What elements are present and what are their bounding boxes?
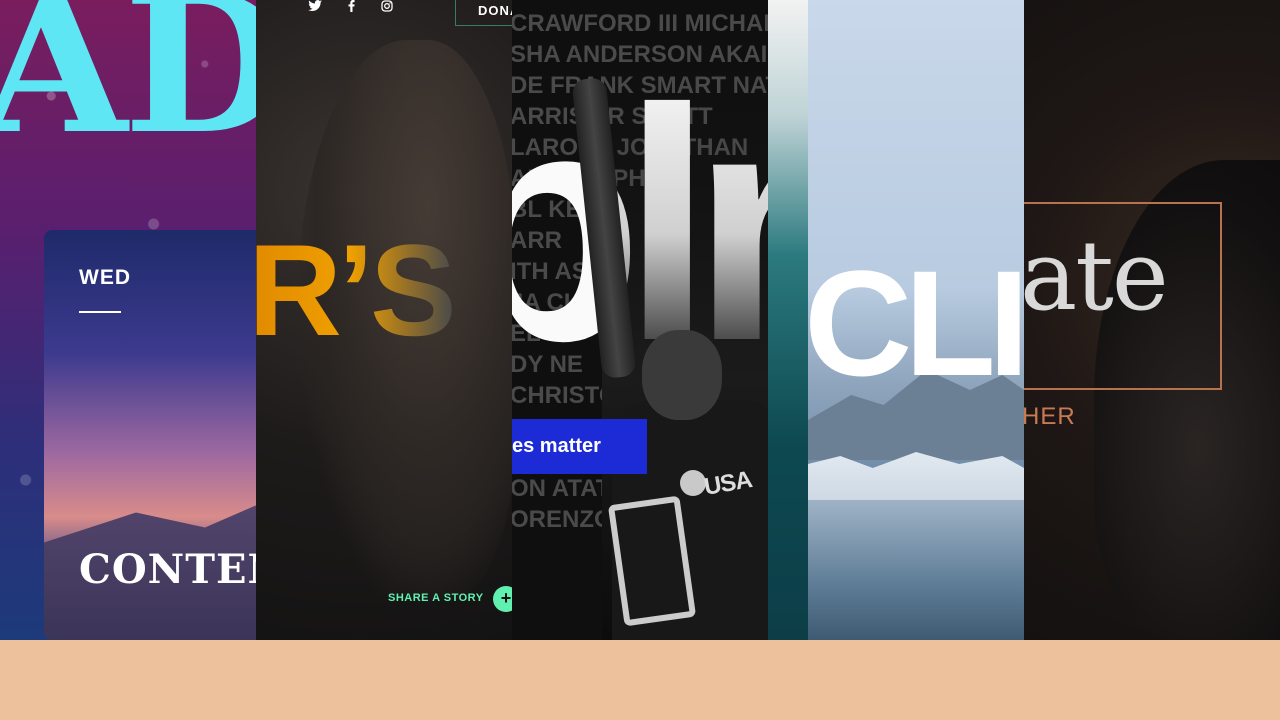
panel-story: DONA R’S SHARE A STORY +	[256, 0, 512, 640]
panel-headline: R’S	[256, 225, 457, 355]
divider	[79, 311, 121, 313]
content-card[interactable]: WED CONTEN	[44, 230, 256, 640]
panel-blm: CRAWFORD III MICHAELSHA ANDERSON AKAI GU…	[512, 0, 768, 640]
donate-button[interactable]: DONA	[455, 0, 512, 26]
content-title: CONTEN	[79, 546, 256, 593]
instagram-icon[interactable]	[380, 0, 394, 12]
panel-headline: CLI	[804, 239, 1024, 407]
panel-climate-dog: ate HER	[1024, 0, 1280, 640]
plus-icon[interactable]: +	[493, 586, 512, 612]
water-image	[808, 500, 1024, 640]
panel-headline: ate	[1024, 220, 1169, 332]
athlete-head	[642, 330, 722, 420]
lives-matter-banner[interactable]: es matter	[512, 419, 647, 474]
day-label: WED	[79, 266, 131, 289]
twitter-icon[interactable]	[308, 0, 322, 12]
panel-subheading: HER	[1024, 403, 1076, 430]
social-links	[308, 0, 394, 12]
panel-weather: AD WED CONTEN	[0, 0, 256, 640]
showcase-strip: AD WED CONTEN DONA R’S SHARE A STORY + C	[0, 0, 1280, 640]
name-line: CRAWFORD III MICHAEL	[512, 10, 768, 37]
bottom-band	[0, 640, 1280, 720]
panel-climate-glacier: CLI	[768, 0, 1024, 640]
share-story-link[interactable]: SHARE A STORY	[388, 592, 484, 604]
facebook-icon[interactable]	[344, 0, 358, 12]
ocean-wave-image	[768, 0, 808, 640]
panel-headline: AD	[0, 0, 256, 176]
